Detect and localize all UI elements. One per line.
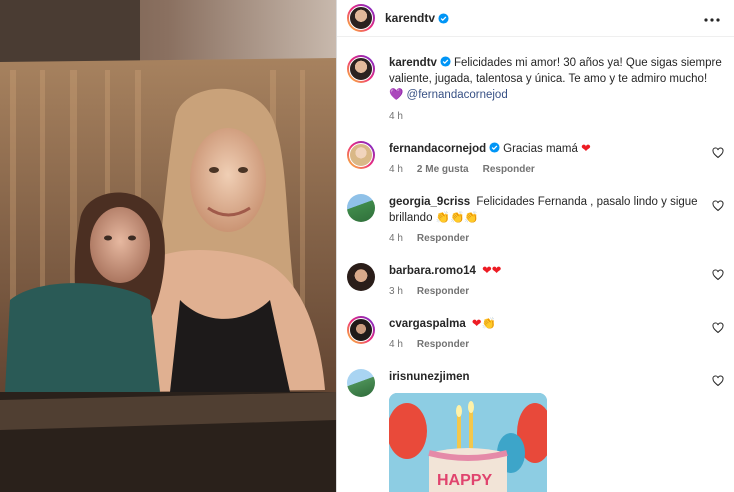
comment-username[interactable]: cvargaspalma (389, 318, 466, 330)
comments-thread: karendtv Felicidades mi amor! 30 años ya… (337, 37, 734, 492)
reply-button[interactable]: Responder (417, 286, 469, 297)
verified-badge-icon (489, 142, 500, 153)
heart-outline-icon[interactable] (712, 200, 724, 212)
purple-heart-emoji: 💜 (389, 89, 404, 101)
post-photo-image (0, 0, 336, 492)
heart-outline-icon[interactable] (712, 147, 724, 159)
more-options-button[interactable] (700, 11, 724, 25)
comment-item: georgia_9criss Felicidades Fernanda , pa… (347, 194, 724, 244)
verified-badge-icon (438, 12, 449, 24)
reply-button[interactable]: Responder (417, 339, 469, 350)
comment-likes-count[interactable]: 2 Me gusta (417, 164, 469, 175)
more-horizontal-icon (704, 18, 720, 22)
comment-time[interactable]: 4 h (389, 233, 403, 244)
birthday-gif[interactable]: HAPPY (389, 393, 547, 492)
reply-button[interactable]: Responder (417, 233, 469, 244)
comment-time[interactable]: 3 h (389, 286, 403, 297)
caption: karendtv Felicidades mi amor! 30 años ya… (347, 55, 724, 122)
comment-time[interactable]: 4 h (389, 339, 403, 350)
author-username[interactable]: karendtv (385, 11, 449, 25)
commenter-avatar[interactable] (347, 194, 375, 222)
heart-clap-emoji: ❤👏 (471, 318, 496, 330)
heart-outline-icon[interactable] (712, 269, 724, 281)
comment-item: barbara.romo14 ❤❤ 3 h Responder (347, 263, 724, 297)
comment-username[interactable]: irisnunezjimen (389, 371, 470, 383)
comment-item: irisnunezjimen HAPPY (347, 369, 724, 492)
comment-username[interactable]: georgia_9criss (389, 196, 470, 208)
caption-text: Felicidades mi amor! 30 años ya! Que sig… (389, 57, 722, 85)
post-side-panel: karendtv karendtv Felicidades mi amor! 3… (336, 0, 734, 492)
commenter-avatar[interactable] (347, 369, 375, 397)
heart-outline-icon[interactable] (712, 375, 724, 387)
gif-text: HAPPY (437, 472, 492, 489)
caption-avatar[interactable] (347, 55, 375, 83)
author-username-text[interactable]: karendtv (385, 11, 435, 25)
clapping-hands-emoji: 👏👏👏 (435, 212, 479, 224)
comment-text: Gracias mamá (503, 143, 578, 155)
post-header: karendtv (337, 0, 734, 37)
birthday-cake-image: HAPPY (389, 393, 547, 492)
comment-item: fernandacornejod Gracias mamá ❤ 4 h 2 Me… (347, 141, 724, 175)
author-avatar[interactable] (347, 4, 375, 32)
comment-time[interactable]: 4 h (389, 164, 403, 175)
heart-outline-icon[interactable] (712, 322, 724, 334)
comment-username[interactable]: barbara.romo14 (389, 265, 476, 277)
red-heart-emoji: ❤❤ (482, 265, 502, 277)
commenter-avatar[interactable] (347, 141, 375, 169)
caption-time[interactable]: 4 h (389, 111, 403, 122)
comment-item: cvargaspalma ❤👏 4 h Responder (347, 316, 724, 350)
reply-button[interactable]: Responder (483, 164, 535, 175)
post-photo[interactable] (0, 0, 336, 492)
commenter-avatar[interactable] (347, 263, 375, 291)
caption-mention-link[interactable]: @fernandacornejod (407, 89, 508, 101)
caption-username[interactable]: karendtv (389, 57, 437, 69)
verified-badge-icon (440, 56, 451, 67)
red-heart-emoji: ❤ (581, 143, 591, 155)
comment-username[interactable]: fernandacornejod (389, 143, 486, 155)
caption-text-block: karendtv Felicidades mi amor! 30 años ya… (389, 55, 724, 103)
commenter-avatar[interactable] (347, 316, 375, 344)
